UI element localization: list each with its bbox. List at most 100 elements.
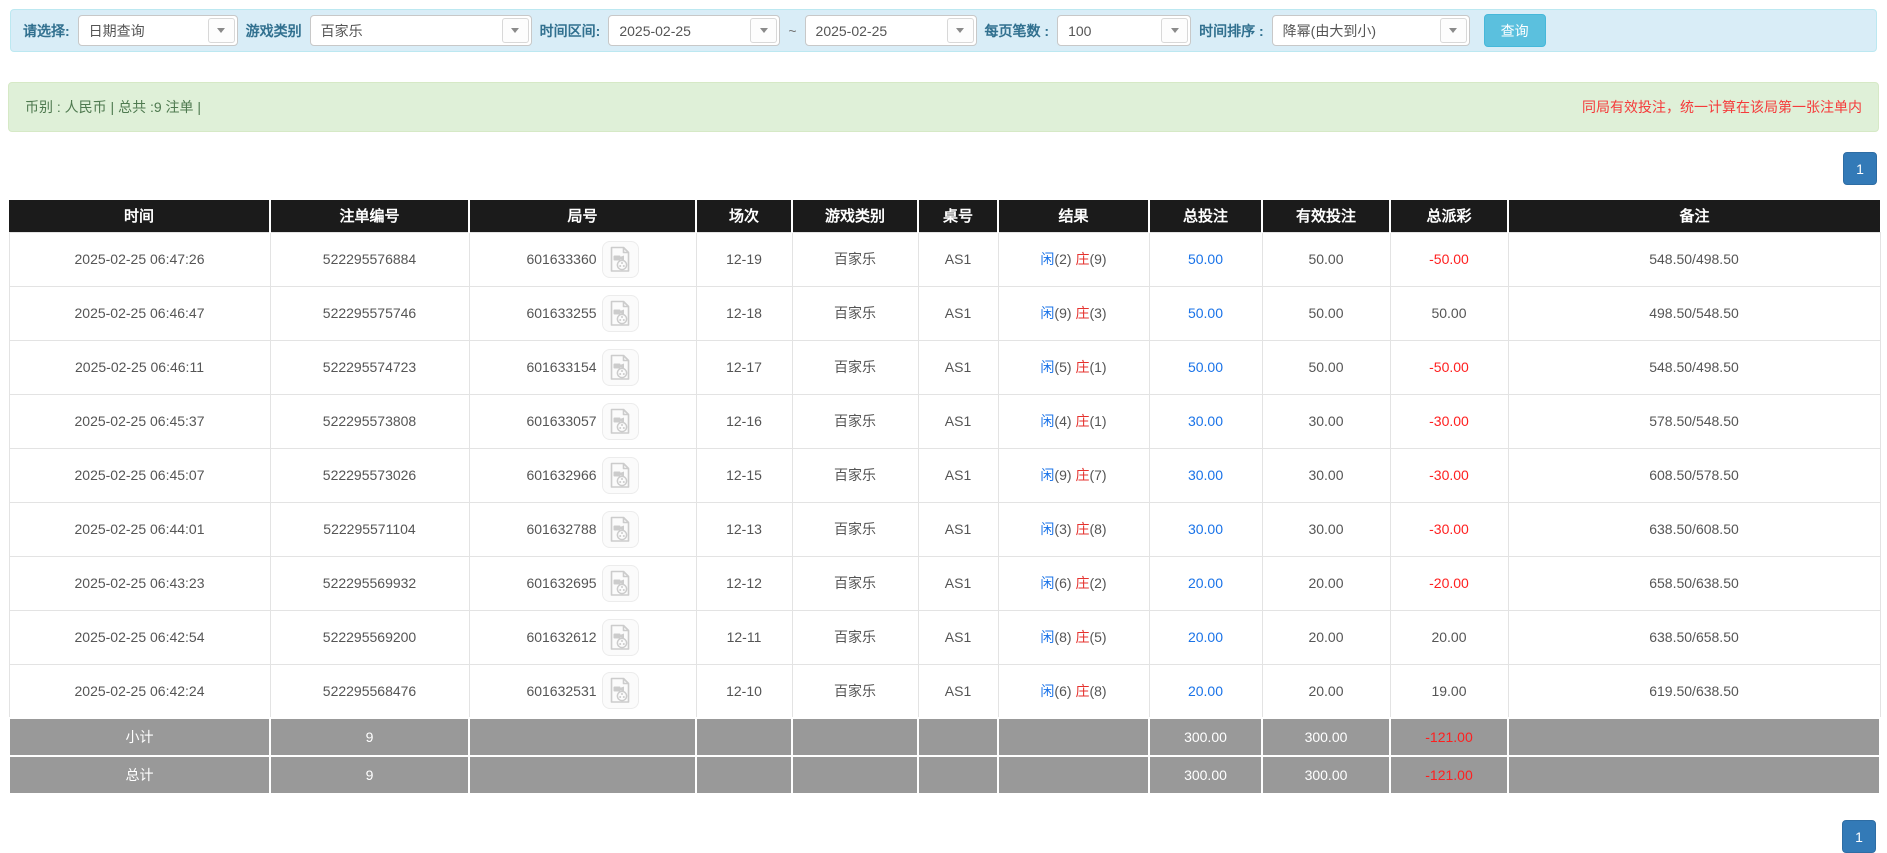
filter-bar: 请选择: 日期查询 游戏类别 百家乐 时间区间: 2025-02-25 ~ 20… [10,9,1877,52]
video-file-icon [609,516,631,543]
date-range-separator: ~ [788,23,796,39]
date-to-select[interactable]: 2025-02-25 [805,15,977,46]
date-from-select[interactable]: 2025-02-25 [608,15,780,46]
result-player-label: 闲 [1040,413,1054,429]
cell-remark: 638.50/608.50 [1508,502,1880,556]
cell-round-id: 601633360 [469,232,696,286]
cell-result: 闲(8) 庄(5) [998,610,1149,664]
date-to-value: 2025-02-25 [806,16,945,45]
result-player-label: 闲 [1040,251,1054,267]
pagination-page-1-top[interactable]: 1 [1843,152,1877,185]
result-player-label: 闲 [1040,521,1054,537]
page-size-label: 每页笔数 : [985,21,1050,41]
result-banker-label: 庄 [1075,575,1089,591]
chevron-down-icon[interactable] [502,18,529,43]
video-file-icon [609,408,631,435]
cell-session: 12-11 [696,610,792,664]
pagination-page-1-bottom[interactable]: 1 [1842,820,1876,853]
page-size-value: 100 [1058,16,1159,45]
result-banker-points: (8) [1089,521,1106,537]
chevron-down-icon[interactable] [750,18,777,43]
cell-result: 闲(9) 庄(7) [998,448,1149,502]
video-replay-button[interactable] [602,619,639,656]
page-size-select[interactable]: 100 [1057,15,1191,46]
subtotal-valid-bet: 300.00 [1262,718,1390,756]
cell-time: 2025-02-25 06:42:24 [9,664,270,718]
table-row: 2025-02-25 06:45:37 522295573808 6016330… [9,394,1880,448]
cell-bet-id: 522295574723 [270,340,469,394]
video-replay-button[interactable] [602,403,639,440]
round-id-text: 601633154 [526,359,596,375]
col-header-table-no: 桌号 [918,200,998,232]
result-player-points: (9) [1054,305,1071,321]
chevron-down-icon[interactable] [208,18,235,43]
video-replay-button[interactable] [602,672,639,709]
game-type-select[interactable]: 百家乐 [310,15,532,46]
cell-game-type: 百家乐 [792,340,918,394]
result-player-label: 闲 [1040,683,1054,699]
chevron-down-icon[interactable] [947,18,974,43]
search-button[interactable]: 查询 [1484,14,1546,47]
result-player-label: 闲 [1040,629,1054,645]
chevron-down-icon[interactable] [1440,18,1467,43]
cell-table-no: AS1 [918,394,998,448]
result-banker-label: 庄 [1075,359,1089,375]
video-replay-button[interactable] [602,295,639,332]
result-player-points: (4) [1054,413,1071,429]
table-row: 2025-02-25 06:47:26 522295576884 6016333… [9,232,1880,286]
video-replay-button[interactable] [602,241,639,278]
cell-table-no: AS1 [918,664,998,718]
result-player-points: (9) [1054,467,1071,483]
round-id-text: 601633057 [526,413,596,429]
cell-table-no: AS1 [918,502,998,556]
cell-valid-bet: 50.00 [1262,232,1390,286]
col-header-bet-id: 注单编号 [270,200,469,232]
col-header-game-type: 游戏类别 [792,200,918,232]
video-replay-button[interactable] [602,457,639,494]
col-header-result: 结果 [998,200,1149,232]
video-file-icon [609,246,631,273]
cell-payout: -50.00 [1390,232,1508,286]
table-footer: 小计 9 300.00 300.00 -121.00 总计 9 300.00 3… [9,718,1880,794]
result-banker-points: (5) [1089,629,1106,645]
col-header-total-bet: 总投注 [1149,200,1262,232]
result-player-points: (2) [1054,251,1071,267]
video-file-icon [609,462,631,489]
cell-payout: -30.00 [1390,448,1508,502]
cell-table-no: AS1 [918,340,998,394]
cell-remark: 548.50/498.50 [1508,232,1880,286]
cell-session: 12-15 [696,448,792,502]
table-header: 时间 注单编号 局号 场次 游戏类别 桌号 结果 总投注 有效投注 总派彩 备注 [9,200,1880,232]
cell-game-type: 百家乐 [792,232,918,286]
chevron-down-icon[interactable] [1161,18,1188,43]
subtotal-row: 小计 9 300.00 300.00 -121.00 [9,718,1880,756]
cell-payout: -20.00 [1390,556,1508,610]
video-replay-button[interactable] [602,565,639,602]
video-replay-button[interactable] [602,349,639,386]
query-type-select[interactable]: 日期查询 [78,15,238,46]
sort-order-label: 时间排序 : [1199,21,1264,41]
col-header-remark: 备注 [1508,200,1880,232]
result-player-points: (6) [1054,575,1071,591]
cell-time: 2025-02-25 06:46:47 [9,286,270,340]
cell-valid-bet: 20.00 [1262,664,1390,718]
col-header-round-id: 局号 [469,200,696,232]
cell-result: 闲(3) 庄(8) [998,502,1149,556]
cell-total-bet: 30.00 [1149,448,1262,502]
round-id-text: 601632695 [526,575,596,591]
select-type-label: 请选择: [23,21,70,41]
sort-order-select[interactable]: 降幂(由大到小) [1272,15,1470,46]
cell-valid-bet: 30.00 [1262,394,1390,448]
cell-table-no: AS1 [918,232,998,286]
video-file-icon [609,300,631,327]
cell-valid-bet: 20.00 [1262,610,1390,664]
video-file-icon [609,354,631,381]
cell-game-type: 百家乐 [792,286,918,340]
round-id-text: 601632966 [526,467,596,483]
result-player-points: (5) [1054,359,1071,375]
result-banker-points: (9) [1089,251,1106,267]
table-body: 2025-02-25 06:47:26 522295576884 6016333… [9,232,1880,718]
col-header-valid-bet: 有效投注 [1262,200,1390,232]
round-id-text: 601632788 [526,521,596,537]
video-replay-button[interactable] [602,511,639,548]
